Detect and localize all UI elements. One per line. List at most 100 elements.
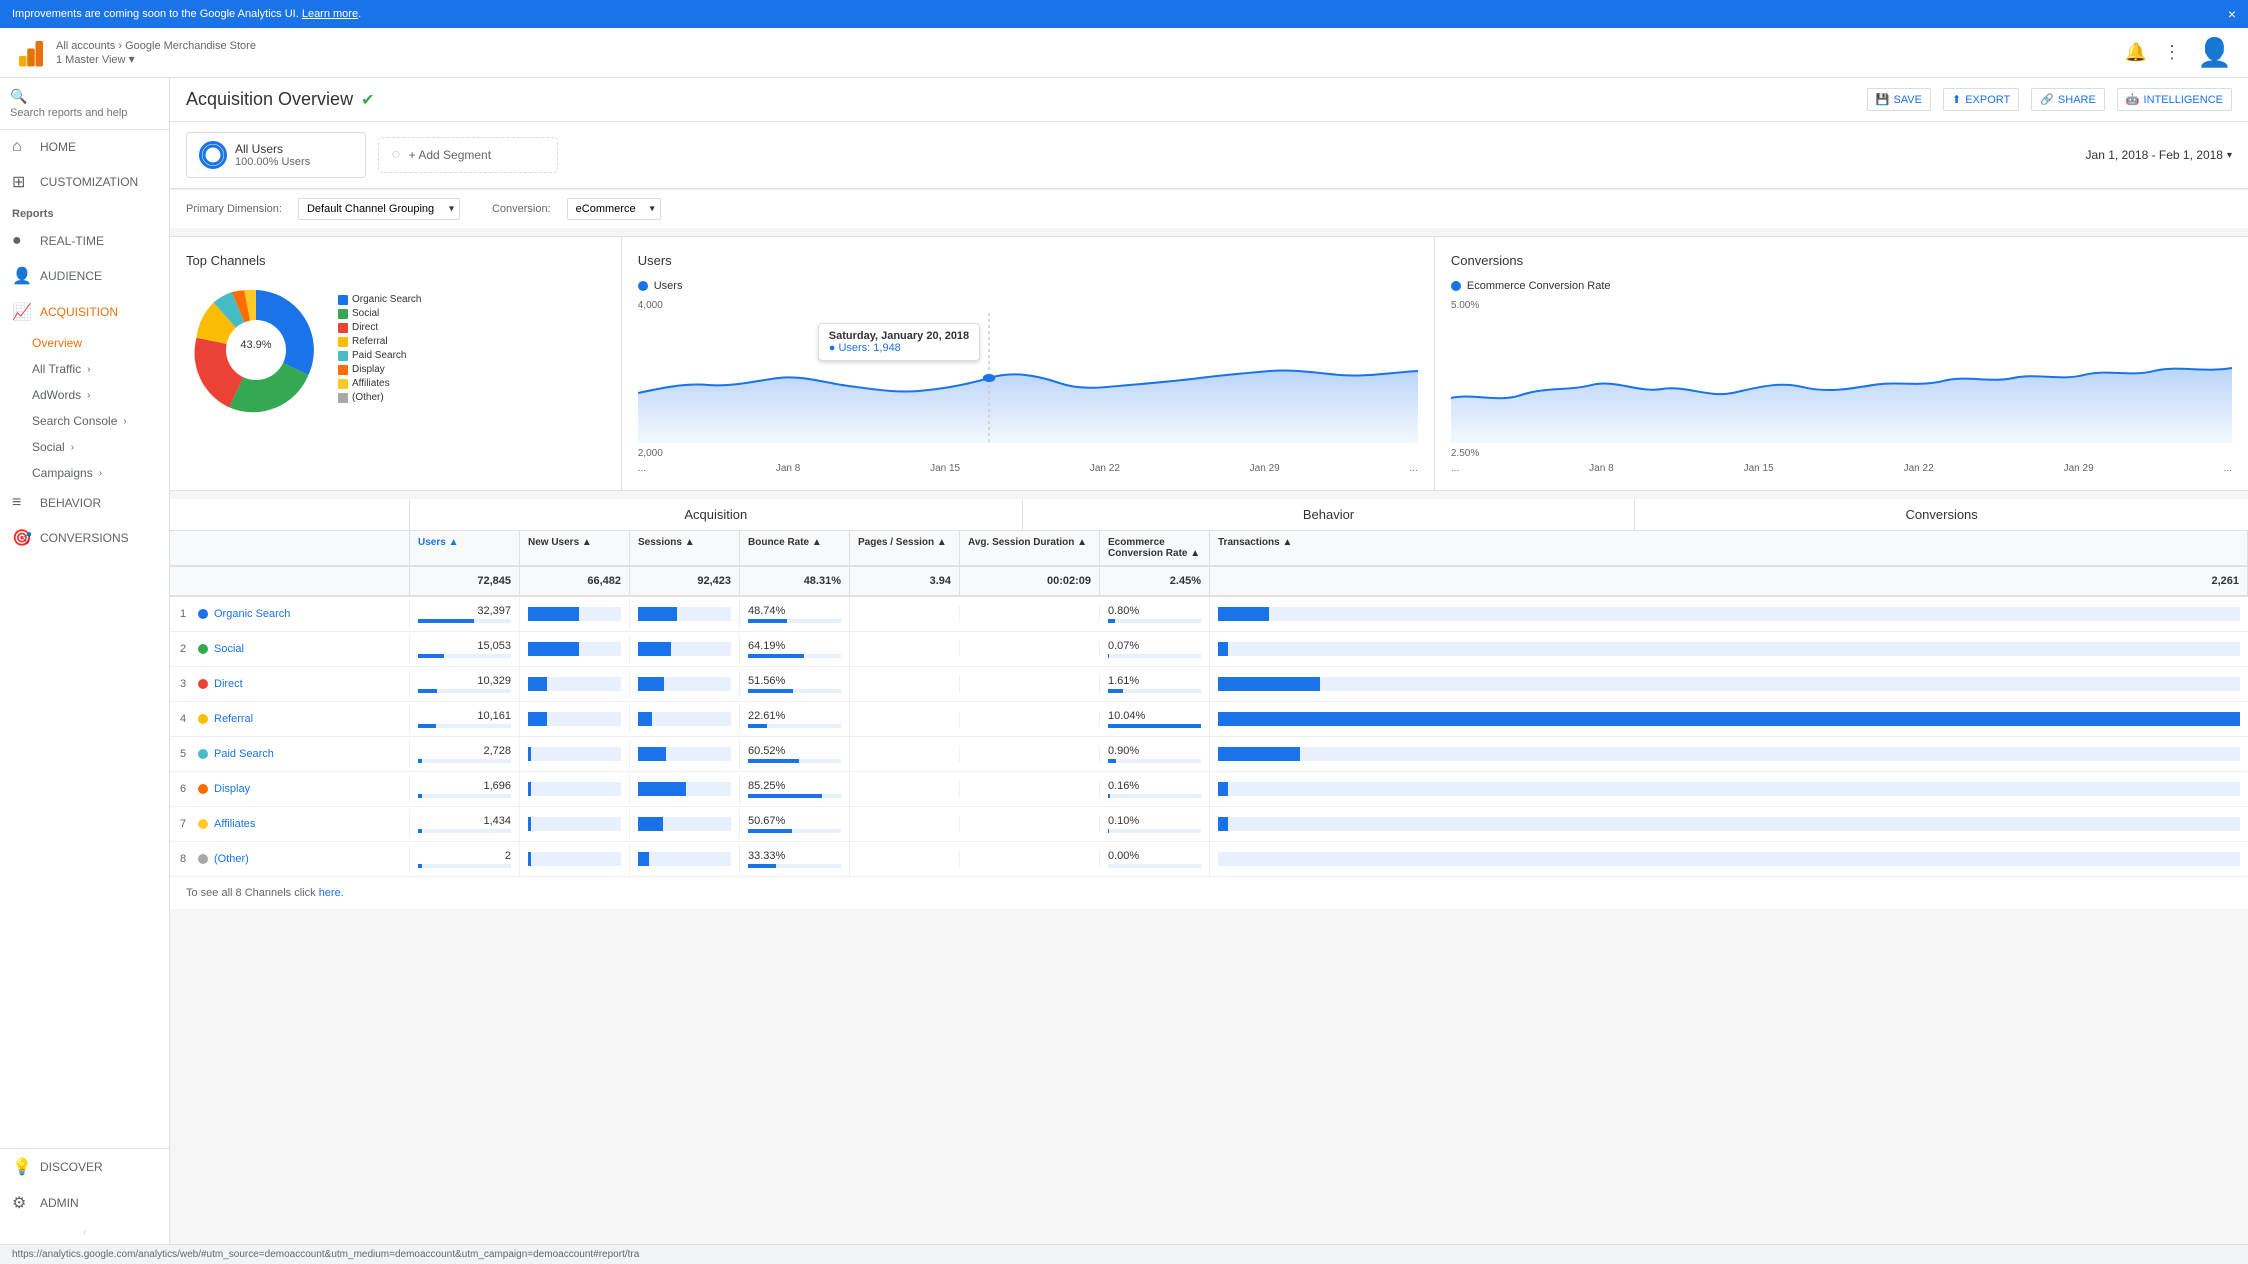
legend-dot-other [338,393,348,403]
cell-duration [960,746,1100,762]
sidebar-item-audience[interactable]: 👤 AUDIENCE [0,258,169,294]
search-input[interactable] [10,107,135,119]
table-row: 1 Organic Search 32,397 [170,597,2248,632]
col-pages[interactable]: Pages / Session ▲ [850,531,960,565]
master-view-label[interactable]: 1 Master View [56,54,126,66]
col-transactions[interactable]: Transactions ▲ [1210,531,2248,565]
cell-revenue [1210,669,2248,699]
intelligence-button[interactable]: 🤖 INTELLIGENCE [2117,88,2232,111]
sidebar-item-conversions[interactable]: 🎯 CONVERSIONS [0,520,169,556]
col-sessions[interactable]: Sessions ▲ [630,531,740,565]
cell-ecr: 0.90% [1100,737,1210,771]
add-segment-btn[interactable]: ○ + Add Segment [378,137,558,173]
sidebar-item-home[interactable]: ⌂ HOME [0,130,169,164]
date-range-selector[interactable]: Jan 1, 2018 - Feb 1, 2018 ▾ [2086,148,2232,162]
see-all-link[interactable]: here. [319,887,344,899]
view-dropdown-icon[interactable]: ▾ [129,52,135,66]
sidebar-subitem-social[interactable]: Social › [0,434,169,460]
channel-link[interactable]: Affiliates [214,818,255,830]
segment-donut [202,144,224,166]
sidebar-subitem-campaigns[interactable]: Campaigns › [0,460,169,486]
conv-x-labels: ... Jan 8 Jan 15 Jan 22 Jan 29 ... [1451,463,2232,474]
total-sessions: 92,423 [630,567,740,595]
header-right: 🔔 ⋮ 👤 [2125,36,2232,69]
col-ecr[interactable]: Ecommerce Conversion Rate ▲ [1100,531,1210,565]
primary-dimension-select-wrapper[interactable]: Default Channel Grouping [298,198,460,220]
home-icon: ⌂ [12,138,32,156]
cell-bounce: 22.61% [740,702,850,736]
cell-pages [850,711,960,727]
total-ecr: 2.45% [1100,567,1210,595]
channel-link[interactable]: Social [214,643,244,655]
acquisition-icon: 📈 [12,302,32,322]
sidebar-subitem-overview[interactable]: Overview [0,330,169,356]
channel-link[interactable]: Referral [214,713,253,725]
channel-link[interactable]: Paid Search [214,748,274,760]
users-chart-panel: Users Users 4,000 [622,237,1435,490]
conversions-icon: 🎯 [12,528,32,548]
top-banner: Improvements are coming soon to the Goog… [0,0,2248,28]
cell-pages [850,781,960,797]
channel-link[interactable]: Display [214,783,250,795]
channel-dot [198,644,208,654]
banner-link[interactable]: Learn more [302,8,358,20]
sidebar-item-customization[interactable]: ⊞ CUSTOMIZATION [0,164,169,200]
sidebar-item-admin[interactable]: ⚙ ADMIN [0,1185,169,1221]
cell-ecr: 0.16% [1100,772,1210,806]
segment-name: All Users [235,142,310,156]
more-options-icon[interactable]: ⋮ [2163,42,2181,63]
sidebar-label-conversions: CONVERSIONS [40,531,129,545]
customization-icon: ⊞ [12,172,32,192]
legend-dot-organic [338,295,348,305]
table-row: 7 Affiliates 1,434 50.67 [170,807,2248,842]
channel-link[interactable]: Direct [214,678,243,690]
col-bounce[interactable]: Bounce Rate ▲ [740,531,850,565]
cell-revenue [1210,739,2248,769]
cell-pages [850,816,960,832]
expand-icon-searchconsole: › [123,416,126,427]
audience-icon: 👤 [12,266,32,286]
cell-pages [850,746,960,762]
legend-dot-paid [338,351,348,361]
col-users[interactable]: Users ▲ [410,531,520,565]
conversion-select[interactable]: eCommerce [567,198,661,220]
save-button[interactable]: 💾 SAVE [1867,88,1931,111]
col-duration[interactable]: Avg. Session Duration ▲ [960,531,1100,565]
sidebar-item-acquisition[interactable]: 📈 ACQUISITION [0,294,169,330]
sidebar-subitem-alltraffic[interactable]: All Traffic › [0,356,169,382]
cell-duration [960,606,1100,622]
primary-dimension-label: Primary Dimension: [186,203,282,215]
close-icon[interactable]: × [2228,6,2236,22]
cell-duration [960,781,1100,797]
cell-duration [960,676,1100,692]
pie-chart-panel: Top Channels [170,237,622,490]
sidebar-subitem-searchconsole[interactable]: Search Console › [0,408,169,434]
user-avatar[interactable]: 👤 [2197,36,2232,69]
cell-channel-name: 8 (Other) [170,845,410,873]
cell-sessions [630,599,740,629]
col-new-users[interactable]: New Users ▲ [520,531,630,565]
sidebar-item-behavior[interactable]: ≡ BEHAVIOR [0,486,169,520]
sidebar-collapse-btn[interactable]: ‹ [0,1221,169,1244]
primary-dimension-select[interactable]: Default Channel Grouping [298,198,460,220]
sidebar-label-customization: CUSTOMIZATION [40,175,138,189]
sidebar-item-realtime[interactable]: ● REAL-TIME [0,224,169,258]
sidebar-subitem-adwords[interactable]: AdWords › [0,382,169,408]
cell-sessions [630,669,740,699]
conversions-chart-panel: Conversions Ecommerce Conversion Rate 5.… [1435,237,2248,490]
channel-link[interactable]: (Other) [214,853,249,865]
cell-bounce: 51.56% [740,667,850,701]
conversion-select-wrapper[interactable]: eCommerce [567,198,661,220]
total-users: 72,845 [410,567,520,595]
sidebar-item-discover[interactable]: 💡 DISCOVER [0,1149,169,1185]
share-button[interactable]: 🔗 SHARE [2031,88,2105,111]
notification-icon[interactable]: 🔔 [2125,42,2147,63]
cell-bounce: 48.74% [740,597,850,631]
conv-y-label-top: 5.00% [1451,300,2232,311]
export-button[interactable]: ⬆ EXPORT [1943,88,2019,111]
legend-dot-direct [338,323,348,333]
channel-link[interactable]: Organic Search [214,608,290,620]
cell-duration [960,711,1100,727]
cell-channel-name: 1 Organic Search [170,600,410,628]
total-new-users: 66,482 [520,567,630,595]
